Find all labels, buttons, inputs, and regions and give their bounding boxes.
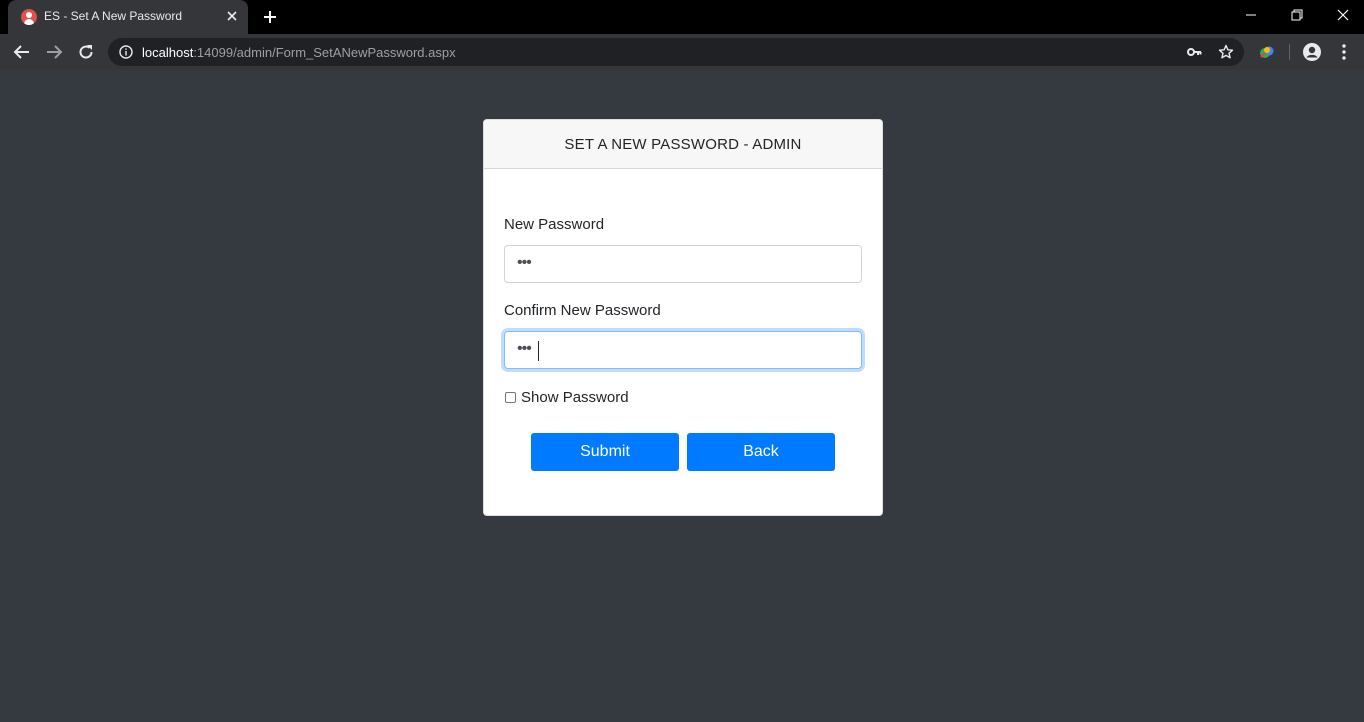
restore-icon[interactable]: [1274, 0, 1320, 30]
profile-icon[interactable]: [1302, 42, 1322, 62]
browser-tab[interactable]: ES - Set A New Password: [8, 0, 248, 34]
toolbar-divider: [1289, 44, 1290, 60]
show-password-checkbox[interactable]: [505, 392, 516, 403]
extension-icon[interactable]: [1257, 42, 1277, 62]
star-icon[interactable]: [1218, 44, 1234, 60]
address-bar[interactable]: localhost:14099/admin/Form_SetANewPasswo…: [108, 38, 1244, 66]
text-caret: [538, 341, 539, 361]
card-title: SET A NEW PASSWORD - ADMIN: [484, 120, 882, 169]
back-button[interactable]: Back: [687, 433, 835, 471]
submit-button[interactable]: Submit: [531, 433, 679, 471]
key-icon[interactable]: [1186, 44, 1202, 60]
minimize-icon[interactable]: [1228, 0, 1274, 30]
info-icon[interactable]: [119, 45, 133, 59]
reload-icon[interactable]: [76, 42, 96, 62]
browser-tab-strip: ES - Set A New Password: [0, 0, 1364, 34]
close-tab-icon[interactable]: [224, 8, 240, 24]
url-text: localhost:14099/admin/Form_SetANewPasswo…: [142, 45, 456, 60]
kebab-menu-icon[interactable]: [1334, 42, 1354, 62]
arrow-left-icon[interactable]: [12, 42, 32, 62]
browser-toolbar: localhost:14099/admin/Form_SetANewPasswo…: [0, 34, 1364, 70]
tab-title: ES - Set A New Password: [44, 9, 183, 23]
new-tab-icon[interactable]: [260, 7, 280, 27]
new-password-label: New Password: [504, 216, 605, 233]
new-password-input[interactable]: •••: [504, 245, 862, 283]
set-password-card: SET A NEW PASSWORD - ADMIN New Password …: [483, 119, 883, 516]
url-host: localhost: [142, 45, 194, 60]
show-password-label[interactable]: Show Password: [521, 389, 629, 406]
arrow-right-icon[interactable]: [44, 42, 64, 62]
confirm-password-input[interactable]: •••: [504, 331, 862, 369]
url-path: :14099/admin/Form_SetANewPassword.aspx: [193, 45, 456, 60]
confirm-password-label: Confirm New Password: [504, 302, 661, 319]
confirm-password-value: •••: [517, 340, 532, 357]
new-password-value: •••: [517, 254, 532, 271]
close-window-icon[interactable]: [1320, 0, 1364, 30]
user-avatar-icon: [21, 9, 37, 25]
